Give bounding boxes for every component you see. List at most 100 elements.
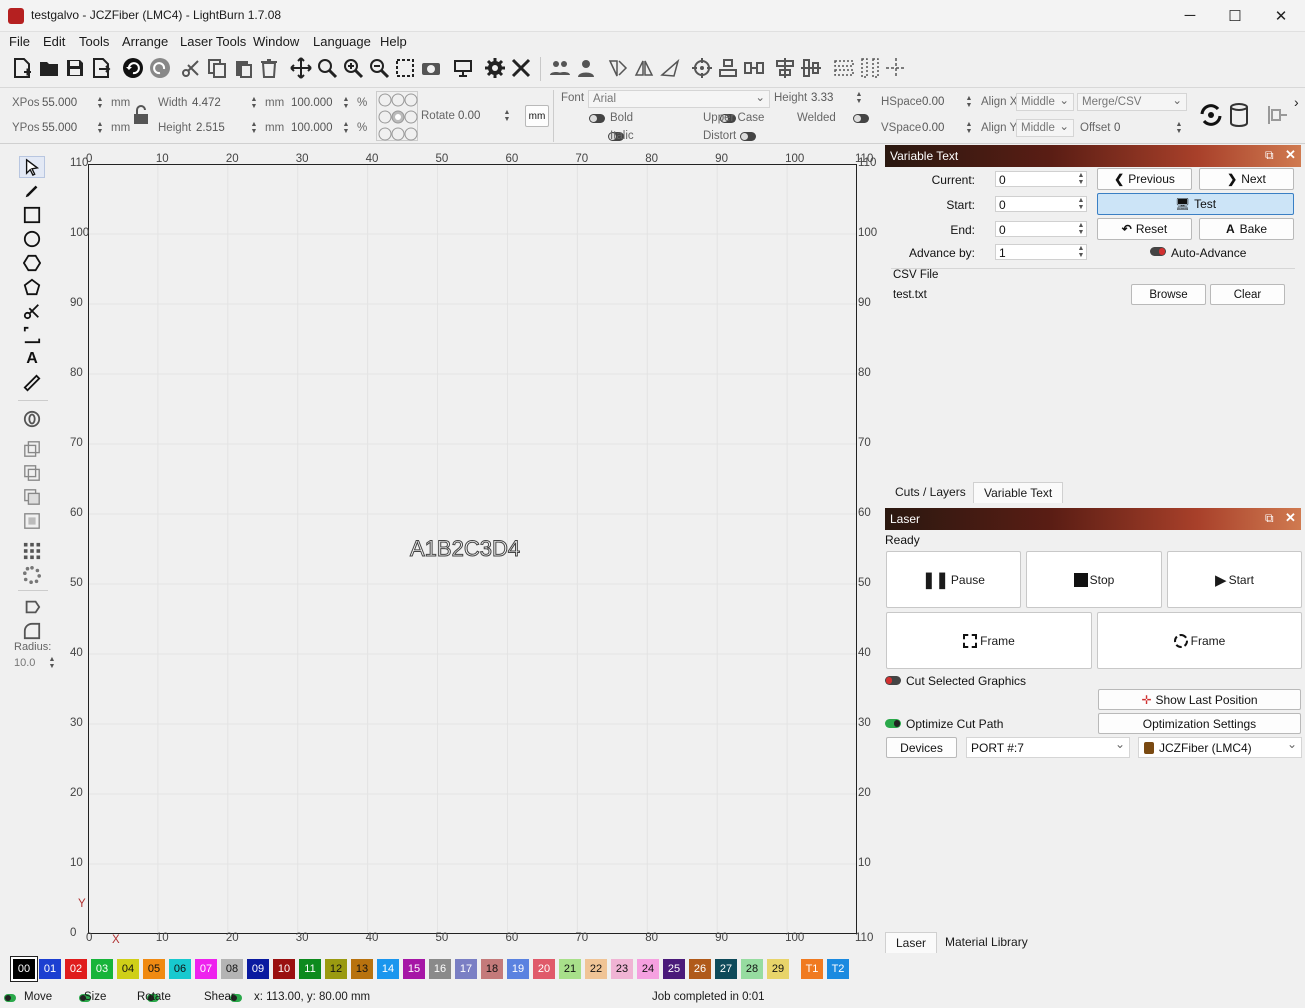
layer-color-15[interactable]: 15 xyxy=(403,959,425,979)
select-tool-icon[interactable] xyxy=(19,156,45,178)
camera-icon[interactable] xyxy=(419,54,443,82)
layer-color-07[interactable]: 07 xyxy=(195,959,217,979)
scale-width-spinner[interactable]: ▲ ▼ xyxy=(342,96,350,110)
tools-wrench-icon[interactable] xyxy=(509,54,533,82)
xpos-field[interactable]: 55.000 xyxy=(42,97,77,109)
width-spinner[interactable]: ▲ ▼ xyxy=(250,96,258,110)
layer-color-06[interactable]: 06 xyxy=(169,959,191,979)
advance-field[interactable]: 1 xyxy=(995,244,1087,260)
cut-icon[interactable] xyxy=(179,54,203,82)
bake-button[interactable]: A Bake xyxy=(1199,218,1294,240)
delete-icon[interactable] xyxy=(257,54,281,82)
align-y-select[interactable]: Middle xyxy=(1016,119,1074,137)
flip-horizontal-icon[interactable] xyxy=(606,54,630,82)
rotate-spinner[interactable]: ▲ ▼ xyxy=(503,109,511,123)
ypos-spinner[interactable]: ▲ ▼ xyxy=(96,121,104,135)
offset-field[interactable]: 0 xyxy=(1114,122,1120,134)
offset-spinner[interactable]: ▲ ▼ xyxy=(1175,121,1183,135)
layer-color-03[interactable]: 03 xyxy=(91,959,113,979)
layer-color-T1[interactable]: T1 xyxy=(801,959,823,979)
union-shapes-icon[interactable] xyxy=(19,462,45,484)
font-select[interactable]: Arial xyxy=(588,90,770,108)
zoom-fit-icon[interactable] xyxy=(315,54,339,82)
lock-ratio-icon[interactable] xyxy=(132,104,150,126)
previous-button[interactable]: ❮ Previous xyxy=(1097,168,1192,190)
layer-color-05[interactable]: 05 xyxy=(143,959,165,979)
optimization-settings-button[interactable]: Optimization Settings xyxy=(1098,713,1301,734)
layer-color-16[interactable]: 16 xyxy=(429,959,451,979)
layer-color-29[interactable]: 29 xyxy=(767,959,789,979)
layer-color-17[interactable]: 17 xyxy=(455,959,477,979)
zoom-selection-icon[interactable] xyxy=(393,54,417,82)
chevron-right-icon[interactable]: › xyxy=(1294,94,1299,110)
paste-icon[interactable] xyxy=(231,54,255,82)
close-window-button[interactable]: ✕ xyxy=(1258,0,1304,31)
undo-icon[interactable] xyxy=(121,54,145,82)
center-cross-icon[interactable] xyxy=(884,54,908,82)
layer-color-14[interactable]: 14 xyxy=(377,959,399,979)
corner-radius-icon[interactable] xyxy=(19,620,45,642)
scale-height-field[interactable]: 100.000 xyxy=(291,122,333,134)
layer-color-11[interactable]: 11 xyxy=(299,959,321,979)
frame-rect-button[interactable]: Frame xyxy=(886,612,1092,669)
redo-icon[interactable] xyxy=(148,54,172,82)
ypos-field[interactable]: 55.000 xyxy=(42,122,77,134)
move-toggle[interactable] xyxy=(4,994,16,1002)
width-field[interactable]: 4.472 xyxy=(192,97,221,109)
scale-height-spinner[interactable]: ▲ ▼ xyxy=(342,121,350,135)
maximize-button[interactable]: ☐ xyxy=(1212,0,1258,31)
layer-color-T2[interactable]: T2 xyxy=(827,959,849,979)
rotate-tool-icon[interactable] xyxy=(658,54,682,82)
variable-text-refresh-icon[interactable] xyxy=(1198,102,1224,128)
menu-window[interactable]: Window xyxy=(253,34,299,49)
menu-tools[interactable]: Tools xyxy=(79,34,109,49)
align-center-v-icon[interactable] xyxy=(799,54,823,82)
end-spinner[interactable]: ▲ ▼ xyxy=(1077,222,1085,236)
menu-arrange[interactable]: Arrange xyxy=(122,34,168,49)
measure-tool-icon[interactable] xyxy=(19,372,45,394)
bold-toggle[interactable] xyxy=(589,114,605,123)
monitor-icon[interactable] xyxy=(451,54,475,82)
ellipse-tool-icon[interactable] xyxy=(19,228,45,250)
tab-material-library[interactable]: Material Library xyxy=(935,932,1038,953)
anchor-grid[interactable] xyxy=(376,91,418,141)
devices-button[interactable]: Devices xyxy=(886,737,957,758)
float-panel-icon[interactable]: ⧉ xyxy=(1265,148,1274,163)
port-select[interactable]: PORT #:7 xyxy=(966,737,1130,758)
align-icon[interactable] xyxy=(716,54,740,82)
layer-color-19[interactable]: 19 xyxy=(507,959,529,979)
minimize-button[interactable]: ─ xyxy=(1167,0,1213,31)
zoom-out-icon[interactable] xyxy=(367,54,391,82)
layer-color-00[interactable]: 00 xyxy=(11,957,37,981)
show-last-position-button[interactable]: ✛ Show Last Position xyxy=(1098,689,1301,710)
end-field[interactable]: 0 xyxy=(995,221,1087,237)
layer-color-13[interactable]: 13 xyxy=(351,959,373,979)
polygon-tool-icon[interactable] xyxy=(19,252,45,274)
menu-language[interactable]: Language xyxy=(313,34,371,49)
start-spinner[interactable]: ▲ ▼ xyxy=(1077,197,1085,211)
open-folder-icon[interactable] xyxy=(37,54,61,82)
test-button[interactable]: 🖥 Test xyxy=(1097,193,1294,215)
reset-button[interactable]: ↶ Reset xyxy=(1097,218,1192,240)
layer-color-09[interactable]: 09 xyxy=(247,959,269,979)
distribute-h-icon[interactable] xyxy=(832,54,856,82)
menu-help[interactable]: Help xyxy=(380,34,407,49)
offset-shape-icon[interactable] xyxy=(19,408,45,430)
position-laser-tool-icon[interactable] xyxy=(19,324,45,346)
layer-color-10[interactable]: 10 xyxy=(273,959,295,979)
new-file-icon[interactable] xyxy=(10,54,34,82)
scissors-tool-icon[interactable] xyxy=(19,300,45,322)
distort-toggle[interactable] xyxy=(739,132,756,141)
layer-color-28[interactable]: 28 xyxy=(741,959,763,979)
target-icon[interactable] xyxy=(690,54,714,82)
mirror-icon[interactable] xyxy=(632,54,656,82)
tab-laser[interactable]: Laser xyxy=(885,932,938,953)
clear-button[interactable]: Clear xyxy=(1210,284,1285,305)
height-spinner[interactable]: ▲ ▼ xyxy=(250,121,258,135)
layer-color-24[interactable]: 24 xyxy=(637,959,659,979)
hspace-spinner[interactable]: ▲ ▼ xyxy=(965,95,973,109)
welded-toggle[interactable] xyxy=(852,114,869,123)
layer-color-02[interactable]: 02 xyxy=(65,959,87,979)
current-field[interactable]: 0 xyxy=(995,171,1087,187)
advance-spinner[interactable]: ▲ ▼ xyxy=(1077,245,1085,259)
